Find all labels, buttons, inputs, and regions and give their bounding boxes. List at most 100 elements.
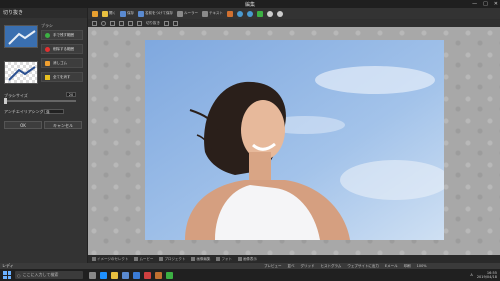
window-title: 編集: [244, 1, 255, 8]
zoom-in-button[interactable]: [266, 10, 273, 17]
green-circle-icon: [45, 32, 50, 38]
panel-title: 切り抜き: [0, 8, 87, 18]
text-icon: [202, 10, 208, 17]
tab-photo[interactable]: フォト: [216, 257, 232, 262]
brush-size-value[interactable]: 20: [66, 92, 76, 97]
crop-panel: 切り抜き ブラシ 手で残す範囲 削除する範囲 消しゴム 全てを消す ブラシサイズ…: [0, 8, 88, 263]
preview-button[interactable]: プレビュー: [264, 264, 282, 269]
brush-group-label: ブラシ: [41, 23, 53, 28]
tab-image-view[interactable]: 画像表示: [237, 256, 257, 262]
arrange-button[interactable]: 並べ: [288, 264, 295, 269]
status-actions: プレビュー 並べ グリッド ヒストグラム ウェブサイトに出力 Eメール 印刷 1…: [264, 264, 427, 269]
task-view-icon[interactable]: [89, 271, 96, 279]
crop-button[interactable]: [226, 10, 233, 17]
zoom-out-button[interactable]: [276, 10, 283, 17]
edited-photo[interactable]: [145, 40, 444, 240]
view-icon: [237, 257, 242, 261]
text-label: テキスト: [209, 11, 223, 15]
clock-date: 2019/04/18: [476, 275, 497, 279]
rotate-left-button[interactable]: [236, 10, 243, 17]
clock[interactable]: 16:55 2019/04/18: [477, 271, 497, 279]
web-output-button[interactable]: ウェブサイトに出力: [347, 264, 379, 269]
pen-icon[interactable]: [173, 20, 178, 26]
explorer-icon[interactable]: [111, 271, 118, 279]
tab-movie[interactable]: ムービー: [134, 257, 153, 262]
preview-thumbnail-cutout[interactable]: [4, 61, 38, 84]
save-icon: [120, 10, 126, 17]
email-button[interactable]: Eメール: [385, 264, 398, 269]
keep-area-tool[interactable]: 手で残す範囲: [41, 30, 83, 40]
print-button[interactable]: 印刷: [404, 264, 411, 269]
clear-all-label: 全てを消す: [53, 74, 71, 79]
folder-icon: [102, 10, 108, 17]
tab-label: イメージのセレクト: [97, 256, 129, 261]
brush-icon[interactable]: [164, 20, 169, 26]
eraser-label: 消しゴム: [53, 60, 67, 65]
cancel-button[interactable]: キャンセル: [44, 121, 82, 129]
edge-icon[interactable]: [100, 271, 107, 279]
mail-icon[interactable]: [133, 271, 140, 279]
tab-project[interactable]: プロジェクト: [159, 257, 185, 262]
window-controls: — □ ✕: [472, 0, 498, 8]
brush-size-slider[interactable]: [4, 98, 76, 104]
save-as-icon: [138, 10, 144, 17]
antialias-label: アンチエイリアシング: [4, 109, 44, 114]
undo-arrow-icon: [92, 10, 98, 17]
save-button[interactable]: 保存: [120, 10, 134, 17]
keep-area-label: 手で残す範囲: [53, 32, 74, 37]
app2-icon[interactable]: [166, 271, 173, 279]
movie-icon: [134, 257, 139, 261]
back-button[interactable]: [92, 10, 98, 17]
histogram-button[interactable]: ヒストグラム: [321, 264, 342, 269]
heart-shape-icon[interactable]: [128, 20, 133, 26]
grid-button[interactable]: グリッド: [301, 264, 315, 269]
maximize-button[interactable]: □: [483, 1, 488, 7]
open-button[interactable]: 開く: [102, 10, 116, 17]
save-as-button[interactable]: 名前をつけて保存: [138, 10, 173, 17]
taskbar-search[interactable]: ○ ここに入力して検索: [15, 271, 83, 279]
ruler-button[interactable]: ルーラー: [177, 10, 198, 17]
flip-button[interactable]: [256, 10, 263, 17]
zoom-out-icon: [276, 10, 283, 17]
image-icon: [92, 257, 96, 261]
store-icon[interactable]: [122, 271, 129, 279]
taskbar: ○ ここに入力して検索 A 16:55 2019/04/18: [0, 269, 500, 281]
ime-indicator[interactable]: A: [470, 273, 472, 277]
minimize-button[interactable]: —: [472, 1, 477, 7]
save-as-label: 名前をつけて保存: [145, 11, 173, 15]
tab-image-select[interactable]: イメージのセレクト: [92, 257, 128, 262]
tab-label: プロジェクト: [164, 256, 186, 261]
zoom-level[interactable]: 100%: [417, 264, 427, 269]
select-rect-icon[interactable]: [92, 20, 97, 26]
tab-label: 画像編集: [196, 256, 211, 261]
clear-all-tool[interactable]: 全てを消す: [41, 72, 83, 82]
red-circle-icon: [45, 46, 50, 52]
search-placeholder: ここに入力して検索: [22, 272, 59, 277]
title-bar: 編集 — □ ✕: [0, 0, 500, 8]
eraser-icon: [45, 60, 50, 66]
text-button[interactable]: テキスト: [202, 10, 223, 17]
slider-knob[interactable]: [4, 98, 7, 104]
select-ellipse-icon[interactable]: [101, 20, 106, 26]
main-toolbar: 開く 保存 名前をつけて保存 ルーラー テキスト: [88, 8, 500, 19]
edit-icon: [191, 257, 196, 261]
antialias-select[interactable]: 強: [44, 109, 64, 114]
ok-button[interactable]: OK: [4, 121, 42, 129]
app-icon[interactable]: [155, 271, 162, 279]
magic-wand-icon[interactable]: [119, 20, 124, 26]
preview-thumbnail-original[interactable]: [4, 25, 38, 48]
lasso-icon[interactable]: [110, 20, 115, 26]
system-tray: A 16:55 2019/04/18: [470, 271, 497, 279]
crop-icon: [226, 10, 233, 17]
remove-area-tool[interactable]: 削除する範囲: [41, 44, 83, 54]
close-button[interactable]: ✕: [494, 1, 498, 7]
rotate-right-button[interactable]: [246, 10, 253, 17]
mode-tabs: イメージのセレクト ムービー プロジェクト 画像編集 フォト 画像表示: [88, 255, 500, 263]
photos-icon[interactable]: [144, 271, 151, 279]
windows-start-icon[interactable]: [3, 271, 11, 279]
tab-image-edit[interactable]: 画像編集: [191, 257, 210, 262]
search-icon: ○: [17, 272, 21, 278]
star-shape-icon[interactable]: [137, 20, 142, 26]
tab-label: 画像表示: [242, 256, 257, 261]
eraser-tool[interactable]: 消しゴム: [41, 58, 83, 68]
